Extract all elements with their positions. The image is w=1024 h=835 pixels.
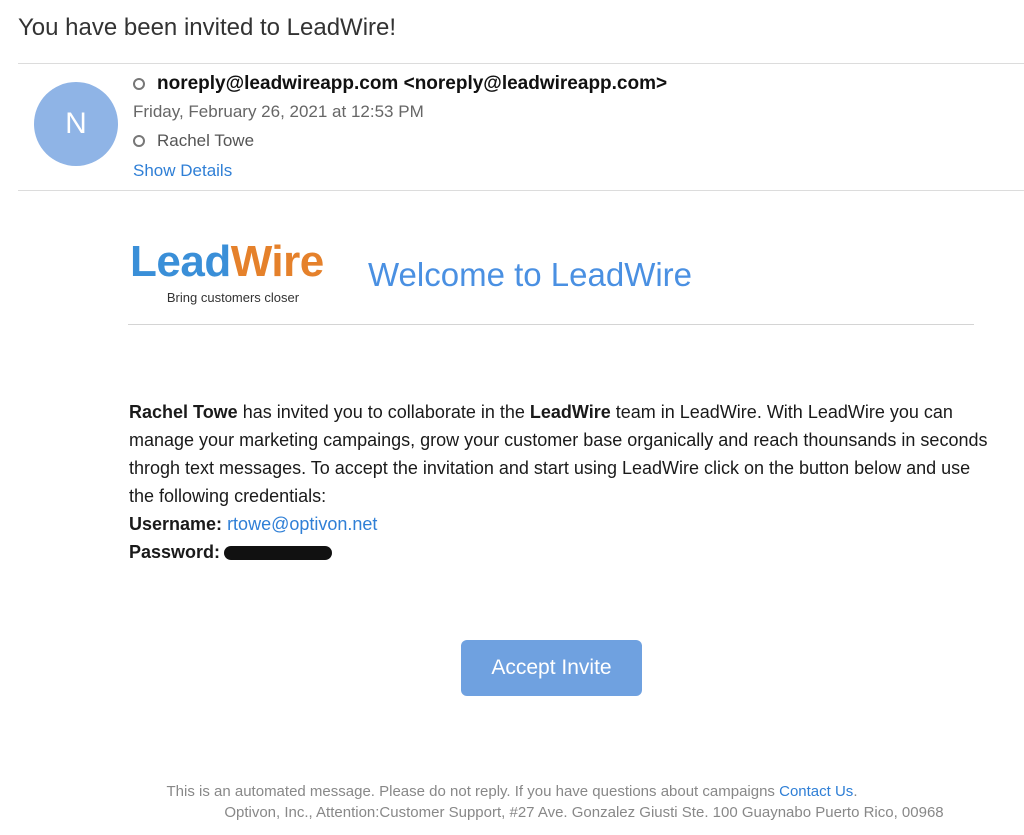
footer-notice: This is an automated message. Please do … (0, 783, 1024, 800)
redacted-password (224, 546, 333, 561)
divider (128, 324, 974, 325)
email-subject: You have been invited to LeadWire! (18, 14, 397, 41)
logo-lead-text: Lead (130, 237, 231, 286)
message-text: has invited you to collaborate in the (237, 402, 530, 422)
logo-wordmark: LeadWire (130, 240, 340, 284)
footer-text: This is an automated message. Please do … (166, 783, 780, 800)
logo-wire-text: Wire (230, 237, 324, 286)
team-name: LeadWire (529, 402, 611, 422)
status-ring-icon (133, 135, 145, 147)
inviter-name: Rachel Towe (129, 402, 238, 422)
welcome-heading: Welcome to LeadWire (368, 256, 693, 293)
contact-us-link[interactable]: Contact Us (779, 783, 853, 800)
divider (18, 190, 1024, 191)
sender-avatar: N (34, 82, 118, 166)
footer-text: . (853, 783, 858, 800)
password-label: Password: (129, 542, 221, 562)
username-link[interactable]: rtowe@optivon.net (227, 514, 377, 534)
accept-invite-button[interactable]: Accept Invite (461, 640, 642, 696)
logo-tagline: Bring customers closer (166, 290, 300, 305)
recipient-name[interactable]: Rachel Towe (157, 131, 254, 151)
recipient-row: Rachel Towe (133, 131, 254, 151)
invitation-message: Rachel Towe has invited you to collabora… (129, 398, 989, 566)
show-details-link[interactable]: Show Details (133, 161, 232, 181)
sender-address[interactable]: noreply@leadwireapp.com <noreply@leadwir… (157, 73, 667, 95)
username-label: Username: (129, 514, 223, 534)
footer-address: Optivon, Inc., Attention:Customer Suppor… (224, 804, 944, 821)
sender-row: noreply@leadwireapp.com <noreply@leadwir… (133, 73, 667, 95)
email-date: Friday, February 26, 2021 at 12:53 PM (133, 102, 424, 121)
leadwire-logo: LeadWire Bring customers closer (130, 240, 340, 306)
status-ring-icon (133, 78, 145, 90)
divider (18, 63, 1024, 64)
